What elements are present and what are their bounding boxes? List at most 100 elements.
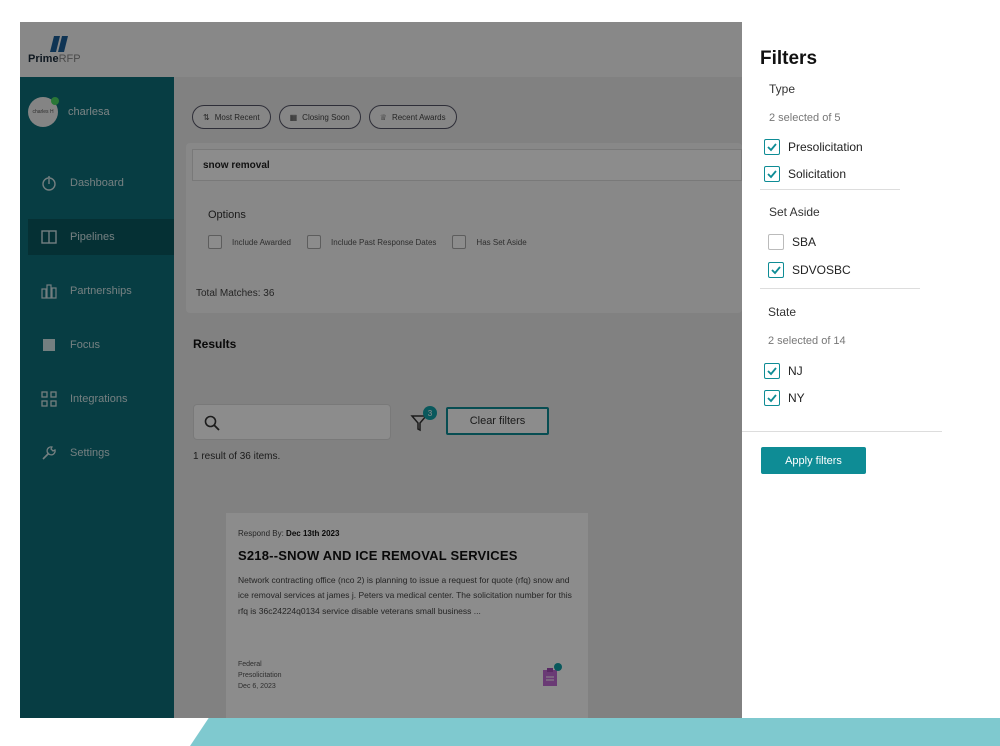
has-set-aside-option[interactable]: Has Set Aside	[452, 235, 527, 249]
solicitation-checkbox[interactable]	[764, 166, 780, 182]
result-card[interactable]: Respond By: Dec 13th 2023 S218--SNOW AND…	[226, 513, 588, 718]
avatar-text: charles H	[32, 109, 54, 115]
chip-label: Closing Soon	[302, 112, 350, 122]
sidebar-item-label: Settings	[70, 447, 110, 459]
logo-text: PrimeRFP	[28, 53, 81, 65]
sidebar-item-settings[interactable]: Settings	[28, 435, 174, 471]
filter-count-badge: 3	[423, 406, 437, 420]
sidebar-item-label: Focus	[70, 339, 100, 351]
check-icon	[767, 170, 777, 179]
clear-filters-button[interactable]: Clear filters	[446, 407, 549, 435]
sidebar-item-integrations[interactable]: Integrations	[28, 381, 174, 417]
has-set-aside-checkbox[interactable]	[452, 235, 467, 249]
quick-filter-row: ⇅ Most Recent ▦ Closing Soon ♕ Recent Aw…	[192, 105, 457, 129]
sidebar: charles H charlesa Dashboard Pipelines P…	[20, 77, 174, 718]
state-ny-option[interactable]: NY	[764, 390, 805, 406]
option-label: Include Past Response Dates	[331, 237, 437, 247]
search-input[interactable]: snow removal	[192, 149, 742, 181]
type-presolicitation-option[interactable]: Presolicitation	[764, 139, 863, 155]
card-agency: Federal	[238, 661, 262, 668]
sidebar-item-dashboard[interactable]: Dashboard	[28, 165, 174, 201]
type-solicitation-option[interactable]: Solicitation	[764, 166, 846, 182]
filters-title: Filters	[760, 48, 818, 69]
card-date: Dec 6, 2023	[238, 683, 276, 691]
sidebar-item-label: Partnerships	[70, 285, 132, 297]
sidebar-item-pipelines[interactable]: Pipelines	[28, 219, 174, 255]
trophy-icon: ♕	[379, 112, 387, 122]
set-aside-label: Set Aside	[769, 205, 820, 219]
include-awarded-option[interactable]: Include Awarded	[208, 235, 291, 249]
option-label: NY	[788, 391, 805, 405]
calendar-icon: ▦	[289, 112, 298, 122]
option-label: SDVOSBC	[792, 263, 851, 277]
apply-filters-button[interactable]: Apply filters	[761, 447, 866, 474]
chip-label: Recent Awards	[391, 112, 446, 122]
total-matches: Total Matches: 36	[196, 288, 275, 299]
focus-icon	[40, 336, 58, 354]
sdvosbc-checkbox[interactable]	[768, 262, 784, 278]
search-icon	[204, 415, 220, 431]
set-aside-sba-option[interactable]: SBA	[768, 234, 816, 250]
closing-soon-chip[interactable]: ▦ Closing Soon	[278, 105, 361, 129]
partnerships-icon	[40, 282, 58, 300]
presolicitation-checkbox[interactable]	[764, 139, 780, 155]
dashboard-icon	[40, 174, 58, 192]
sidebar-item-label: Integrations	[70, 393, 128, 405]
ny-checkbox[interactable]	[764, 390, 780, 406]
state-label: State	[768, 305, 797, 319]
online-status-dot	[51, 97, 59, 105]
option-label: Include Awarded	[232, 237, 292, 247]
sidebar-item-partnerships[interactable]: Partnerships	[28, 273, 174, 309]
user-profile[interactable]: charles H charlesa	[28, 97, 110, 127]
card-meta: Federal Presolicitation Dec 6, 2023	[238, 659, 282, 693]
check-icon	[771, 266, 781, 275]
top-bar: PrimeRFP	[20, 22, 742, 77]
option-label: Solicitation	[788, 167, 847, 181]
pipelines-icon	[40, 228, 58, 246]
include-awarded-checkbox[interactable]	[208, 235, 222, 249]
check-icon	[767, 143, 777, 152]
set-aside-sdvosbc-option[interactable]: SDVOSBC	[768, 262, 851, 278]
app-window: PrimeRFP charles H charlesa Dashboard Pi	[20, 22, 742, 718]
notification-dot	[554, 663, 562, 671]
option-label: SBA	[792, 235, 817, 249]
arrow-icon: ⇅	[203, 112, 210, 122]
result-count: 1 result of 36 items.	[193, 451, 281, 462]
divider	[760, 189, 900, 190]
state-nj-option[interactable]: NJ	[764, 363, 803, 379]
options-title: Options	[208, 209, 246, 221]
nj-checkbox[interactable]	[764, 363, 780, 379]
sidebar-item-focus[interactable]: Focus	[28, 327, 174, 363]
type-label: Type	[769, 82, 796, 96]
type-summary: 2 selected of 5	[769, 112, 841, 124]
avatar[interactable]: charles H	[28, 97, 59, 127]
sidebar-item-label: Pipelines	[70, 231, 115, 243]
options-row: Include Awarded Include Past Response Da…	[208, 235, 527, 249]
include-past-response-dates-option[interactable]: Include Past Response Dates	[307, 235, 436, 249]
state-summary: 2 selected of 14	[768, 335, 846, 347]
card-title[interactable]: S218--SNOW AND ICE REMOVAL SERVICES	[238, 548, 576, 563]
option-label: NJ	[788, 364, 803, 378]
chip-label: Most Recent	[214, 112, 260, 122]
respond-by: Respond By: Dec 13th 2023	[238, 529, 340, 538]
card-description: Network contracting office (nco 2) is pl…	[238, 575, 572, 616]
include-past-response-dates-checkbox[interactable]	[307, 235, 322, 249]
recent-awards-chip[interactable]: ♕ Recent Awards	[368, 105, 457, 129]
option-label: Has Set Aside	[476, 237, 527, 247]
option-label: Presolicitation	[788, 140, 863, 154]
results-title: Results	[193, 337, 237, 351]
card-type: Presolicitation	[238, 672, 282, 680]
divider	[760, 288, 920, 289]
main-content: ⇅ Most Recent ▦ Closing Soon ♕ Recent Aw…	[174, 77, 742, 718]
divider	[742, 431, 942, 432]
check-icon	[767, 394, 777, 403]
sba-checkbox[interactable]	[768, 234, 784, 250]
check-icon	[767, 367, 777, 376]
results-search-input[interactable]	[193, 404, 391, 440]
user-name: charlesa	[68, 106, 110, 118]
sidebar-item-label: Dashboard	[70, 177, 124, 189]
most-recent-chip[interactable]: ⇅ Most Recent	[192, 105, 271, 129]
search-panel: snow removal Options Include Awarded Inc…	[186, 143, 742, 313]
logo-mark-icon	[50, 36, 68, 52]
sidebar-nav: Dashboard Pipelines Partnerships Focus I…	[28, 165, 174, 489]
